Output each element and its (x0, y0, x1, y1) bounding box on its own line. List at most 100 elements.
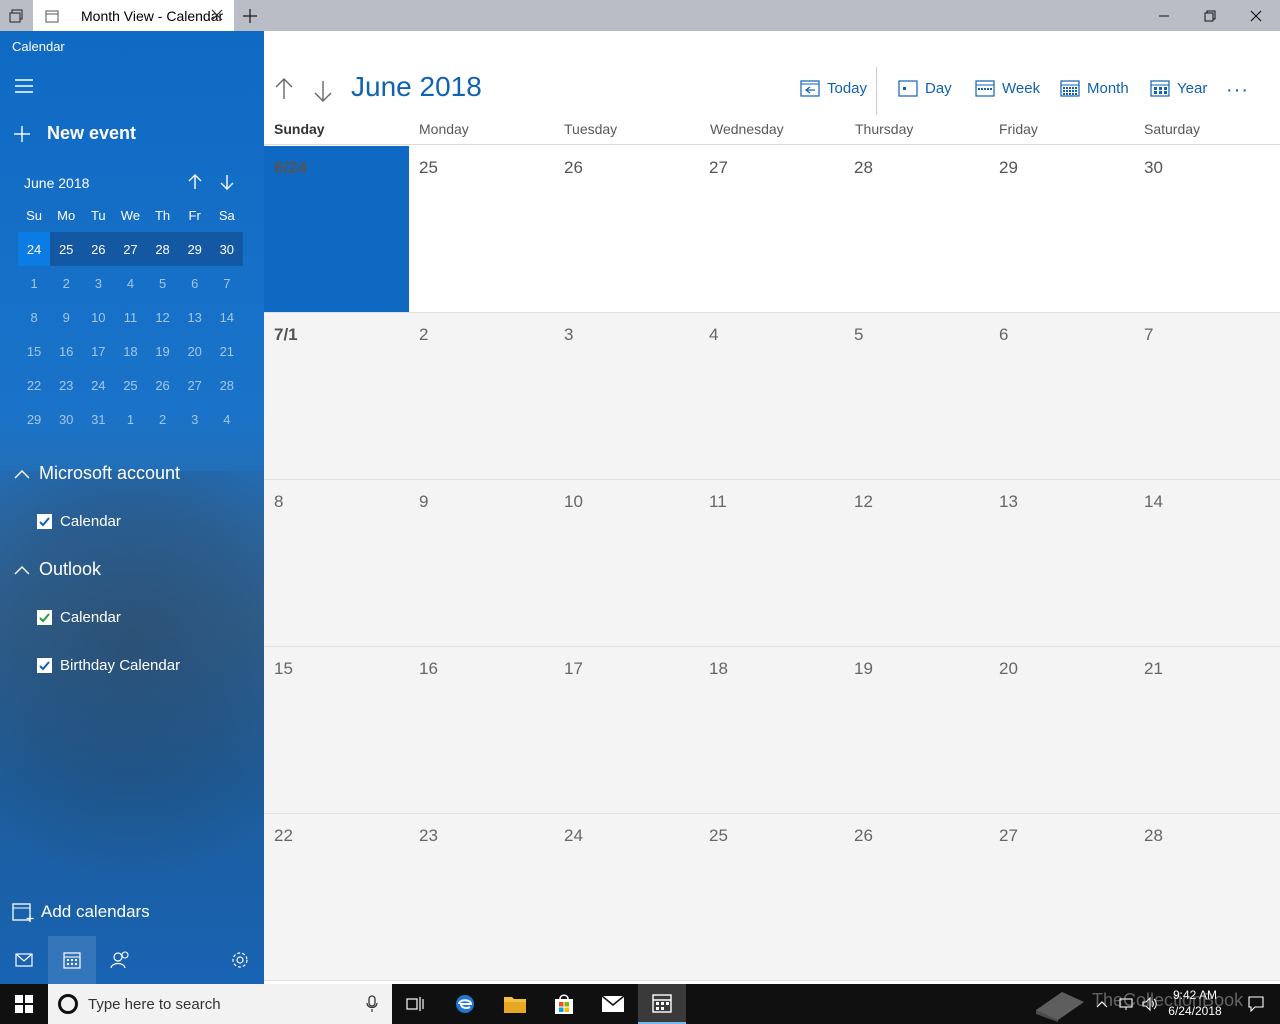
day-cell[interactable]: 3 (554, 313, 699, 479)
mini-day[interactable]: 25 (50, 232, 82, 266)
mini-day[interactable]: 15 (18, 334, 50, 368)
mini-day[interactable]: 7 (211, 266, 243, 300)
mini-day[interactable]: 23 (50, 368, 82, 402)
microphone-icon[interactable] (366, 995, 378, 1013)
mini-day[interactable]: 1 (114, 402, 146, 436)
previous-month-arrow-icon[interactable] (274, 77, 294, 101)
day-cell[interactable]: 4 (699, 313, 844, 479)
mini-day[interactable]: 12 (147, 300, 179, 334)
mini-day[interactable]: 21 (211, 334, 243, 368)
mini-day[interactable]: 11 (114, 300, 146, 334)
mini-day[interactable]: 25 (114, 368, 146, 402)
taskbar-search-box[interactable]: Type here to search (48, 984, 392, 1024)
network-icon[interactable] (1114, 984, 1138, 1024)
day-cell[interactable]: 7/1 (264, 313, 409, 479)
mini-day[interactable]: 26 (147, 368, 179, 402)
mini-day[interactable]: 27 (114, 232, 146, 266)
next-month-arrow-icon[interactable] (313, 79, 333, 103)
account-header-outlook[interactable]: Outlook (14, 559, 101, 580)
restore-button[interactable] (1187, 0, 1233, 31)
day-cell[interactable]: 2 (409, 313, 554, 479)
store-icon[interactable] (540, 984, 588, 1024)
mini-next-month-arrow-icon[interactable] (218, 173, 236, 191)
mail-icon[interactable] (0, 936, 48, 984)
mini-day[interactable]: 24 (82, 368, 114, 402)
day-cell[interactable]: 29 (989, 146, 1134, 312)
day-cell[interactable]: 30 (1134, 146, 1279, 312)
day-cell[interactable]: 27 (989, 814, 1134, 980)
day-cell[interactable]: 26 (844, 814, 989, 980)
mini-day[interactable]: 31 (82, 402, 114, 436)
day-cell[interactable]: 10 (554, 480, 699, 646)
minimize-button[interactable] (1141, 0, 1187, 31)
mini-day[interactable]: 8 (18, 300, 50, 334)
mini-day[interactable]: 6 (179, 266, 211, 300)
today-button[interactable]: Today (800, 79, 867, 97)
mini-day[interactable]: 3 (179, 402, 211, 436)
day-cell[interactable]: 14 (1134, 480, 1279, 646)
mail-app-icon[interactable] (589, 984, 637, 1024)
day-cell[interactable]: 28 (1134, 814, 1279, 980)
mini-day[interactable]: 16 (50, 334, 82, 368)
day-cell[interactable]: 13 (989, 480, 1134, 646)
calendar-nav-icon[interactable] (48, 936, 96, 984)
tab-calendar[interactable]: Month View - Calendar (33, 0, 234, 31)
mini-day[interactable]: 18 (114, 334, 146, 368)
mini-day[interactable]: 14 (211, 300, 243, 334)
mini-day[interactable]: 9 (50, 300, 82, 334)
mini-day[interactable]: 17 (82, 334, 114, 368)
system-clock[interactable]: 9:42 AM 6/24/2018 (1160, 987, 1230, 1019)
mini-previous-month-arrow-icon[interactable] (186, 173, 204, 191)
mini-day[interactable]: 3 (82, 266, 114, 300)
day-cell[interactable]: 22 (264, 814, 409, 980)
week-view-button[interactable]: Week (975, 79, 1040, 97)
mini-day[interactable]: 30 (211, 232, 243, 266)
new-event-button[interactable]: New event (12, 123, 136, 144)
new-tab-icon[interactable] (240, 6, 260, 26)
calendar-toggle[interactable]: Birthday Calendar (37, 657, 180, 674)
action-center-notification-icon[interactable] (1232, 984, 1280, 1024)
close-button[interactable] (1233, 0, 1279, 31)
account-header-microsoft[interactable]: Microsoft account (14, 463, 180, 484)
more-options-button[interactable]: ··· (1226, 79, 1249, 102)
day-cell[interactable]: 26 (554, 146, 699, 312)
edge-browser-icon[interactable] (441, 984, 489, 1024)
mini-day[interactable]: 4 (114, 266, 146, 300)
mini-day[interactable]: 5 (147, 266, 179, 300)
mini-day[interactable]: 30 (50, 402, 82, 436)
mini-day[interactable]: 29 (179, 232, 211, 266)
day-cell[interactable]: 20 (989, 647, 1134, 813)
mini-day[interactable]: 27 (179, 368, 211, 402)
day-cell[interactable]: 8 (264, 480, 409, 646)
day-cell[interactable]: 6 (989, 313, 1134, 479)
day-cell[interactable]: 18 (699, 647, 844, 813)
add-calendars-button[interactable]: Add calendars (12, 901, 150, 923)
day-cell[interactable]: 27 (699, 146, 844, 312)
mini-day[interactable]: 20 (179, 334, 211, 368)
page-title[interactable]: June 2018 (351, 71, 482, 103)
day-cell[interactable]: 5 (844, 313, 989, 479)
task-view-icon[interactable] (392, 984, 440, 1024)
mini-day[interactable]: 29 (18, 402, 50, 436)
checkbox-checked-icon[interactable] (37, 514, 52, 529)
day-cell[interactable]: 17 (554, 647, 699, 813)
close-tab-icon[interactable] (210, 8, 224, 22)
day-cell[interactable]: 24 (554, 814, 699, 980)
calendar-toggle[interactable]: Calendar (37, 609, 121, 626)
day-cell[interactable]: 25 (699, 814, 844, 980)
checkbox-checked-icon[interactable] (37, 610, 52, 625)
mini-day-today[interactable]: 24 (18, 232, 51, 266)
mini-day[interactable]: 1 (18, 266, 50, 300)
day-cell[interactable]: 15 (264, 647, 409, 813)
day-cell-today[interactable]: 6/24 (264, 146, 409, 312)
day-cell[interactable]: 28 (844, 146, 989, 312)
mini-day[interactable]: 19 (147, 334, 179, 368)
year-view-button[interactable]: Year (1150, 79, 1207, 97)
settings-gear-icon[interactable] (216, 936, 264, 984)
mini-day[interactable]: 10 (82, 300, 114, 334)
mini-day[interactable]: 26 (82, 232, 114, 266)
start-windows-icon[interactable] (0, 984, 48, 1024)
checkbox-checked-icon[interactable] (37, 658, 52, 673)
month-view-button[interactable]: Month (1060, 79, 1129, 97)
mini-day[interactable]: 13 (179, 300, 211, 334)
